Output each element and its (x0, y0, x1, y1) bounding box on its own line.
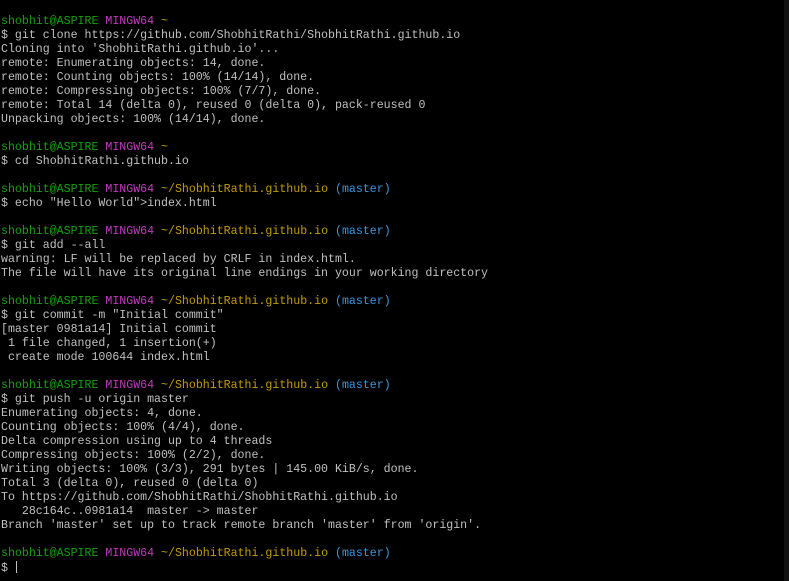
prompt-user: shobhit@ASPIRE (1, 15, 99, 28)
prompt-branch: (master) (335, 183, 391, 196)
command-text: $ git clone https://github.com/ShobhitRa… (1, 29, 461, 42)
command-text: $ cd ShobhitRathi.github.io (1, 155, 189, 168)
command-line: $ echo "Hello World">index.html (1, 197, 789, 211)
command-line: $ cd ShobhitRathi.github.io (1, 155, 789, 169)
output-line: remote: Total 14 (delta 0), reused 0 (de… (1, 99, 426, 112)
prompt-line: shobhit@ASPIRE MINGW64 ~ (1, 141, 789, 155)
prompt-line: shobhit@ASPIRE MINGW64 ~/ShobhitRathi.gi… (1, 295, 789, 309)
prompt-user: shobhit@ASPIRE (1, 225, 99, 238)
output-line: [master 0981a14] Initial commit (1, 323, 217, 336)
terminal-output: shobhit@ASPIRE MINGW64 ~ $ git clone http… (1, 15, 789, 575)
output-line: Total 3 (delta 0), reused 0 (delta 0) (1, 477, 259, 490)
output-line: remote: Counting objects: 100% (14/14), … (1, 71, 315, 84)
output-line: Enumerating objects: 4, done. (1, 407, 203, 420)
prompt-user: shobhit@ASPIRE (1, 183, 99, 196)
output-line: Compressing objects: 100% (2/2), done. (1, 449, 266, 462)
output-line: warning: LF will be replaced by CRLF in … (1, 253, 356, 266)
output-line: create mode 100644 index.html (1, 351, 210, 364)
prompt-branch: (master) (335, 547, 391, 560)
prompt-branch: (master) (335, 225, 391, 238)
output-line: Delta compression using up to 4 threads (1, 435, 273, 448)
prompt-user: shobhit@ASPIRE (1, 379, 99, 392)
command-input[interactable]: $ (1, 562, 15, 575)
prompt-env: MINGW64 (105, 15, 155, 28)
command-text: $ echo "Hello World">index.html (1, 197, 217, 210)
output-line: Counting objects: 100% (4/4), done. (1, 421, 245, 434)
output-line: remote: Enumerating objects: 14, done. (1, 57, 266, 70)
command-input-line[interactable]: $ (1, 561, 789, 575)
output-line: Unpacking objects: 100% (14/14), done. (1, 113, 266, 126)
command-text: $ git commit -m "Initial commit" (1, 309, 224, 322)
prompt-path: ~/ShobhitRathi.github.io (161, 547, 329, 560)
command-line: $ git push -u origin master (1, 393, 789, 407)
prompt-user: shobhit@ASPIRE (1, 141, 99, 154)
prompt-branch: (master) (335, 379, 391, 392)
output-line: To https://github.com/ShobhitRathi/Shobh… (1, 491, 398, 504)
text-cursor (15, 561, 17, 573)
prompt-line: shobhit@ASPIRE MINGW64 ~/ShobhitRathi.gi… (1, 547, 789, 561)
prompt-line: shobhit@ASPIRE MINGW64 ~/ShobhitRathi.gi… (1, 183, 789, 197)
output-line: remote: Compressing objects: 100% (7/7),… (1, 85, 322, 98)
prompt-line: shobhit@ASPIRE MINGW64 ~/ShobhitRathi.gi… (1, 225, 789, 239)
output-line: Cloning into 'ShobhitRathi.github.io'... (1, 43, 280, 56)
prompt-path: ~/ShobhitRathi.github.io (161, 225, 329, 238)
command-line: $ git clone https://github.com/ShobhitRa… (1, 29, 789, 43)
prompt-line: shobhit@ASPIRE MINGW64 ~/ShobhitRathi.gi… (1, 379, 789, 393)
command-line: $ git add --all (1, 239, 789, 253)
prompt-path: ~/ShobhitRathi.github.io (161, 183, 329, 196)
output-line: 28c164c..0981a14 master -> master (1, 505, 259, 518)
output-line: Writing objects: 100% (3/3), 291 bytes |… (1, 463, 419, 476)
output-line: Branch 'master' set up to track remote b… (1, 519, 482, 532)
prompt-path: ~ (161, 141, 169, 154)
prompt-path: ~/ShobhitRathi.github.io (161, 295, 329, 308)
prompt-env: MINGW64 (105, 547, 155, 560)
prompt-env: MINGW64 (105, 225, 155, 238)
scrollbar[interactable] (784, 0, 789, 581)
prompt-env: MINGW64 (105, 183, 155, 196)
output-line: The file will have its original line end… (1, 267, 489, 280)
prompt-env: MINGW64 (105, 379, 155, 392)
terminal-window[interactable]: shobhit@ASPIRE MINGW64 ~ $ git clone http… (0, 0, 789, 581)
prompt-path: ~/ShobhitRathi.github.io (161, 379, 329, 392)
prompt-env: MINGW64 (105, 295, 155, 308)
prompt-path: ~ (161, 15, 169, 28)
prompt-branch: (master) (335, 295, 391, 308)
prompt-user: shobhit@ASPIRE (1, 295, 99, 308)
prompt-line: shobhit@ASPIRE MINGW64 ~ (1, 15, 789, 29)
output-line: 1 file changed, 1 insertion(+) (1, 337, 217, 350)
command-text: $ git push -u origin master (1, 393, 189, 406)
prompt-env: MINGW64 (105, 141, 155, 154)
prompt-user: shobhit@ASPIRE (1, 547, 99, 560)
command-text: $ git add --all (1, 239, 106, 252)
command-line: $ git commit -m "Initial commit" (1, 309, 789, 323)
